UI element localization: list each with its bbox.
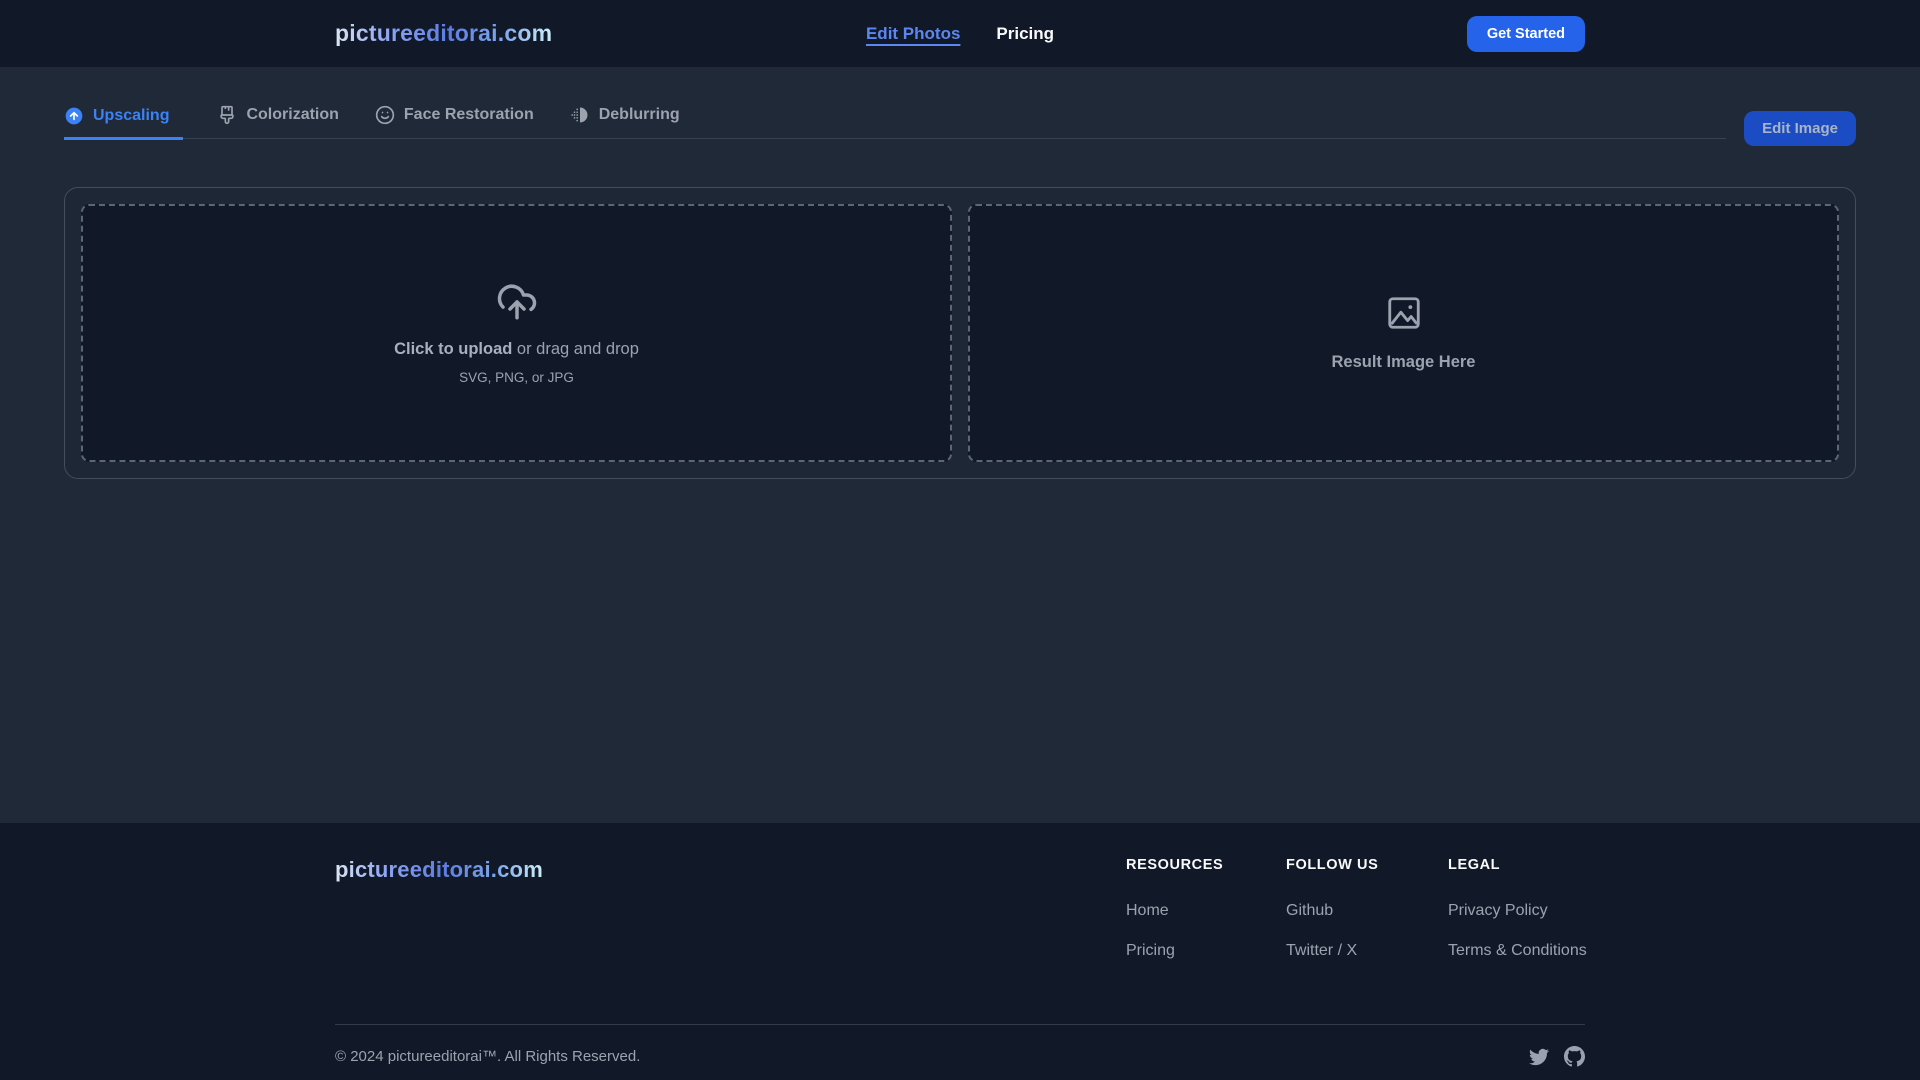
upload-formats: SVG, PNG, or JPG	[459, 370, 574, 385]
tab-upscaling[interactable]: Upscaling	[64, 105, 184, 140]
footer-link-privacy-policy[interactable]: Privacy Policy	[1448, 902, 1585, 920]
paintbrush-icon	[217, 105, 237, 125]
footer-link-columns: RESOURCES Home Pricing FOLLOW US Github …	[1126, 857, 1587, 982]
result-label: Result Image Here	[1331, 353, 1476, 371]
footer-column-title: RESOURCES	[1126, 857, 1224, 873]
twitter-icon[interactable]	[1529, 1047, 1549, 1067]
footer-link-pricing[interactable]: Pricing	[1126, 942, 1286, 960]
copyright-text: © 2024 pictureeditorai™. All Rights Rese…	[335, 1048, 641, 1065]
tool-tabs: Upscaling Colorization Face Restoration …	[64, 105, 1727, 140]
smile-icon	[375, 105, 395, 125]
social-links	[1529, 1046, 1585, 1067]
blur-icon	[570, 105, 590, 125]
footer-link-terms[interactable]: Terms & Conditions	[1448, 942, 1587, 960]
footer-column-title: LEGAL	[1448, 857, 1501, 873]
main-nav: Edit Photos Pricing	[866, 24, 1054, 44]
tab-face-restoration[interactable]: Face Restoration	[375, 105, 536, 138]
footer-column-legal: LEGAL Privacy Policy Terms & Conditions	[1448, 857, 1587, 982]
edit-image-button[interactable]: Edit Image	[1744, 111, 1856, 146]
cloud-upload-icon	[496, 281, 538, 328]
footer-column-title: FOLLOW US	[1286, 857, 1379, 873]
footer-link-twitter[interactable]: Twitter / X	[1286, 942, 1448, 960]
github-icon[interactable]	[1564, 1046, 1585, 1067]
footer-link-github[interactable]: Github	[1286, 902, 1448, 920]
upload-click-text: Click to upload	[394, 340, 513, 358]
nav-link-edit-photos[interactable]: Edit Photos	[866, 24, 960, 44]
upload-dropzone[interactable]: Click to upload or drag and drop SVG, PN…	[81, 204, 952, 462]
footer-column-resources: RESOURCES Home Pricing	[1126, 857, 1286, 982]
footer-brand-logo[interactable]: pictureeditorai.com	[335, 857, 543, 982]
top-navbar: pictureeditorai.com Edit Photos Pricing …	[0, 0, 1920, 67]
upload-drag-text: or drag and drop	[512, 340, 639, 358]
get-started-button[interactable]: Get Started	[1466, 15, 1586, 52]
editor-panel: Click to upload or drag and drop SVG, PN…	[64, 187, 1856, 479]
tab-deblurring[interactable]: Deblurring	[570, 105, 682, 138]
tab-label: Upscaling	[93, 106, 170, 124]
footer: pictureeditorai.com RESOURCES Home Prici…	[0, 823, 1920, 1080]
tab-colorization[interactable]: Colorization	[217, 105, 340, 138]
footer-column-follow-us: FOLLOW US Github Twitter / X	[1286, 857, 1448, 982]
main-content: Upscaling Colorization Face Restoration …	[0, 67, 1920, 823]
tab-label: Face Restoration	[403, 106, 534, 123]
result-placeholder: Result Image Here	[968, 204, 1839, 462]
tab-label: Deblurring	[598, 106, 680, 123]
tab-label: Colorization	[246, 106, 339, 123]
nav-link-pricing[interactable]: Pricing	[996, 24, 1054, 44]
image-icon	[1385, 294, 1423, 337]
footer-link-home[interactable]: Home	[1126, 902, 1286, 920]
circle-arrow-up-icon	[64, 106, 84, 126]
brand-logo[interactable]: pictureeditorai.com	[335, 20, 552, 47]
upload-instructions: Click to upload or drag and drop	[394, 340, 639, 359]
tool-tabbar: Upscaling Colorization Face Restoration …	[64, 105, 1856, 146]
